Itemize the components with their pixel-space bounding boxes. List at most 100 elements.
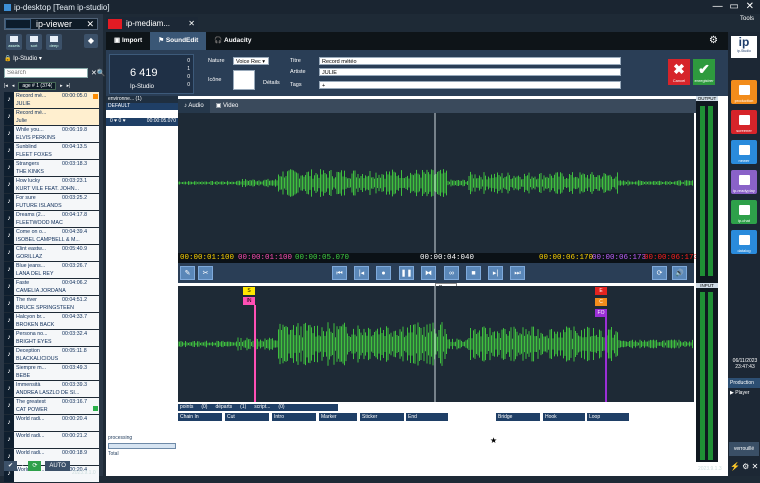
tag-icon[interactable]: ◆	[84, 34, 98, 48]
list-item[interactable]: ♪ Dreams (2... 00:04:17.8 FLEETWOOD MAC	[4, 211, 99, 228]
main-waveform[interactable]	[178, 113, 694, 253]
list-item[interactable]: ♪World radi... 00:00:20.4	[4, 415, 99, 432]
artiste-input[interactable]: JULIE	[319, 68, 621, 76]
marker-fo[interactable]: FO	[595, 309, 607, 317]
marker-e[interactable]: E	[595, 287, 607, 295]
marker-type-chain-in[interactable]: Chain In	[178, 413, 222, 421]
details-link[interactable]: Détails	[263, 80, 280, 86]
search-box[interactable]	[4, 68, 88, 78]
dock-ip-chat-button[interactable]: ip-chat	[731, 200, 757, 224]
marker-in[interactable]: IN	[243, 297, 255, 305]
dock-screener-button[interactable]: screener	[731, 110, 757, 134]
list-item[interactable]: ♪ Persona no... 00:03:32.4 BRIGHT EYES	[4, 330, 99, 347]
start-icon[interactable]: |◂	[354, 266, 369, 280]
production-item[interactable]: Production	[728, 378, 760, 388]
list-item[interactable]: ♪ The river 00:04:51.2 BRUCE SPRINGSTEEN	[4, 296, 99, 313]
tools-label[interactable]: Tools	[740, 16, 754, 22]
list-item[interactable]: ♪ Come on o... 00:04:39.4 ISOBEL CAMPBELL &…	[4, 228, 99, 245]
marker-tabs[interactable]: points (0) départs (1) script... (0)	[178, 404, 338, 411]
marker-type-sticker[interactable]: Sticker	[360, 413, 404, 421]
item-duration: 00:03:16.7	[62, 399, 88, 405]
next-page-icon[interactable]: ▸	[60, 83, 63, 89]
pager[interactable]: |◂ ◂ age # 1 (374( ▸ ▸|	[4, 81, 98, 91]
wand-icon[interactable]: ✎	[180, 266, 195, 280]
tab-video[interactable]: ▣ Video	[210, 99, 245, 113]
stop-icon[interactable]: ■	[466, 266, 481, 280]
assets-button[interactable]: assets	[6, 34, 22, 50]
close-icon[interactable]: ✕	[188, 19, 195, 28]
player-item[interactable]: ▶ Player	[728, 390, 760, 396]
forward-icon[interactable]: ⏭	[510, 266, 525, 280]
music-note-icon: ♪	[4, 143, 14, 159]
list-item[interactable]: ♪ Siempre m... 00:03:49.3 BEBE	[4, 364, 99, 381]
first-page-icon[interactable]: |◂	[4, 83, 8, 89]
studio-selector[interactable]: 🔒 Ip-Studio ▾	[4, 55, 42, 62]
sort-button[interactable]: sort	[26, 34, 42, 50]
list-item[interactable]: ♪ The greatest 00:03:16.7 CAT POWER	[4, 398, 99, 415]
media-tab[interactable]: ip-mediam... ✕	[106, 17, 198, 30]
check-icon[interactable]: ✔	[4, 460, 18, 471]
marker-type-intro[interactable]: Intro	[272, 413, 316, 421]
marker-s[interactable]: S	[243, 287, 255, 295]
volume-icon[interactable]: 🔊	[672, 266, 687, 280]
refresh-icon[interactable]: ⟳	[28, 460, 42, 471]
nature-select[interactable]: Voice Rec ▾	[233, 57, 269, 65]
record-icon[interactable]: ●	[376, 266, 391, 280]
prev-page-icon[interactable]: ◂	[12, 83, 15, 89]
search-icon[interactable]: ✕🔍	[91, 69, 106, 77]
dock-ip-readyplay-button[interactable]: ip-readyplay	[731, 170, 757, 194]
gear-icon[interactable]: ⚙	[709, 35, 718, 46]
list-item[interactable]: ♪ Clint eastw... 00:05:40.9 GORILLAZ	[4, 245, 99, 262]
window-controls[interactable]: — ▭ ✕	[713, 1, 756, 12]
dock-datalog-button[interactable]: datalog	[731, 230, 757, 254]
end-icon[interactable]: ▸|	[488, 266, 503, 280]
dock-production-button[interactable]: production	[731, 80, 757, 104]
pause-icon[interactable]: ❚❚	[399, 266, 414, 280]
list-item[interactable]: ♪ Record mé... Julie	[4, 109, 99, 126]
link-icon[interactable]: ∞	[444, 266, 459, 280]
list-item[interactable]: ♪ Strangers 00:03:18.3 THE KINKS	[4, 160, 99, 177]
list-item[interactable]: ♪ Deception 00:05:11.8 BLACKALICIOUS	[4, 347, 99, 364]
dock-newer-button[interactable]: newer	[731, 140, 757, 164]
viewer-tab[interactable]: ip-viewer ✕	[4, 18, 98, 30]
marker-type-hook[interactable]: Hook	[543, 413, 585, 421]
list-item[interactable]: ♪ While you... 00:06:19.8 ELVIS PERKINS	[4, 126, 99, 143]
close-icon[interactable]: ✕	[86, 19, 94, 30]
deep-button[interactable]: deep	[46, 34, 62, 50]
category-default[interactable]: DEFAULT	[106, 103, 178, 110]
lock-button[interactable]: verrouillé	[729, 442, 759, 456]
marker-type-cut[interactable]: Cut	[225, 413, 269, 421]
loop-icon[interactable]: ⟳	[652, 266, 667, 280]
bottom-icons[interactable]: ⚡ ⚙ ✕	[730, 462, 758, 471]
save-button[interactable]: ✔ enregistrer	[693, 59, 715, 85]
marker-type-marker[interactable]: Marker	[319, 413, 357, 421]
list-item[interactable]: ♪ Immensità 00:03:39.3 ANDREA LASZLO DE SI.…	[4, 381, 99, 398]
auto-button[interactable]: AUTO	[45, 460, 70, 471]
tab-audio[interactable]: ♪ Audio	[178, 99, 210, 113]
marker-c[interactable]: C	[595, 298, 607, 306]
scissors-icon[interactable]: ✂	[198, 266, 213, 280]
cancel-button[interactable]: ✖ Cancel	[668, 59, 690, 85]
marker-type-end[interactable]: End	[406, 413, 448, 421]
titre-input[interactable]: Record météo	[319, 57, 621, 65]
list-item[interactable]: ♪ For sure 00:03:25.2 FUTURE ISLANDS	[4, 194, 99, 211]
category-item[interactable]: 0 ♥ 0 ♥ 00:00:05.070	[106, 118, 178, 126]
tab-audacity[interactable]: 🎧 Audacity	[206, 32, 259, 50]
list-item[interactable]: ♪ Sunblind 00:04:13.5 FLEET FOXES	[4, 143, 99, 160]
list-item[interactable]: ♪ How lucky 00:03:23.1 KURT VILE FEAT. JOHN…	[4, 177, 99, 194]
last-page-icon[interactable]: ▸|	[67, 83, 71, 89]
tab-soundedit[interactable]: ⚑ SoundEdit	[150, 32, 207, 50]
marker-type-loop[interactable]: Loop	[587, 413, 629, 421]
cue-icon[interactable]: ⧓	[421, 266, 436, 280]
list-item[interactable]: ♪ World radi... 00:00:21.2	[4, 432, 99, 449]
tab-import[interactable]: ▣ Import	[106, 32, 150, 50]
list-item[interactable]: ♪ Record mé... 00:00:05.0 JULIE	[4, 92, 99, 109]
list-item[interactable]: ♪ Faste 00:04:06.2 CAMÉLIA JORDANA	[4, 279, 99, 296]
tags-input[interactable]: +	[319, 81, 621, 89]
search-input[interactable]	[5, 69, 87, 77]
rewind-icon[interactable]: ⏮	[332, 266, 347, 280]
icone-picker[interactable]	[233, 70, 255, 90]
marker-type-bridge[interactable]: Bridge	[496, 413, 540, 421]
list-item[interactable]: ♪ Halcyon br... 00:04:33.7 BROKEN BACK	[4, 313, 99, 330]
list-item[interactable]: ♪ Blue jeans... 00:03:26.7 LANA DEL REY	[4, 262, 99, 279]
